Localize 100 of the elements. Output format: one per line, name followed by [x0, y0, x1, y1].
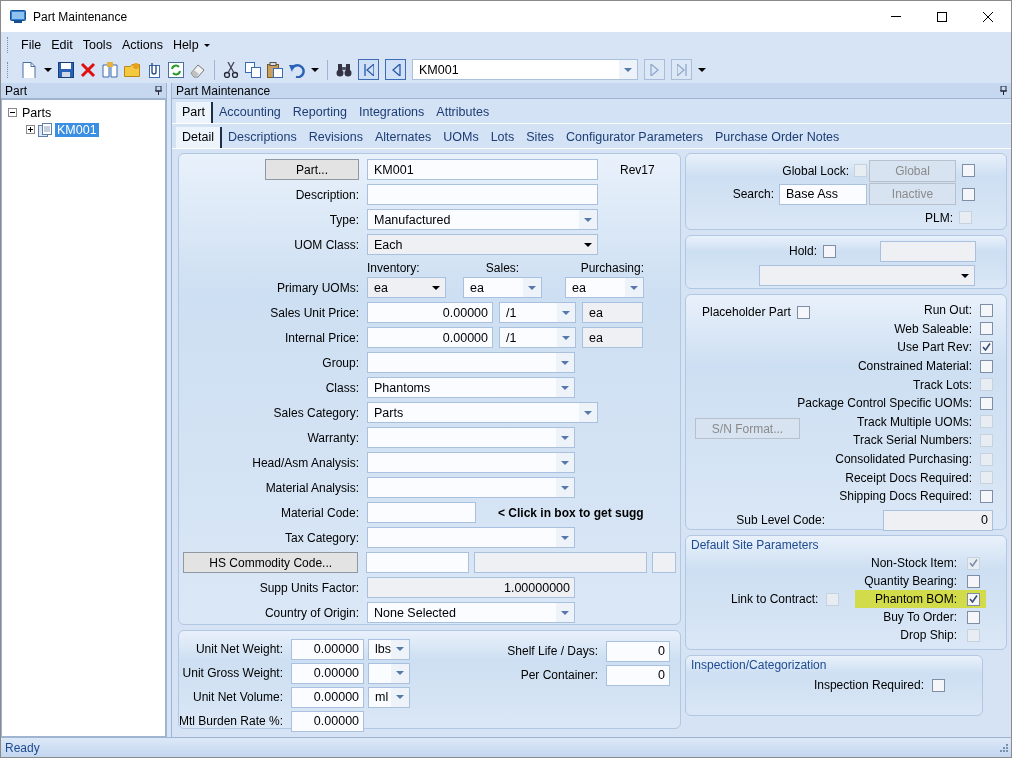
combo-box[interactable]: /1	[499, 302, 576, 323]
unit-field[interactable]: ea	[582, 302, 643, 323]
delete-icon[interactable]	[80, 61, 96, 78]
previous-record-button[interactable]	[385, 59, 406, 80]
tab[interactable]: Part	[176, 102, 213, 123]
tab[interactable]: Alternates	[368, 127, 438, 148]
combo-box[interactable]	[367, 452, 575, 473]
combo-box[interactable]: None Selected	[367, 602, 575, 623]
combo-box[interactable]: lbs	[368, 638, 411, 660]
readonly-field[interactable]	[652, 552, 676, 573]
tab[interactable]: Configurator Parameters	[560, 127, 709, 148]
field-label: Track Lots:	[913, 377, 972, 392]
last-record-button[interactable]	[671, 59, 692, 80]
commodity-code-button[interactable]: HS Commodity Code...	[183, 552, 359, 573]
menu-item[interactable]: Edit	[46, 38, 78, 52]
combo-box[interactable]	[367, 427, 575, 448]
readonly-field[interactable]: 0	[883, 509, 993, 531]
text-field[interactable]	[367, 184, 598, 205]
combo-box[interactable]: Phantoms	[367, 377, 575, 398]
checkbox[interactable]	[967, 574, 980, 588]
checkbox[interactable]	[980, 341, 993, 354]
book-icon[interactable]	[102, 61, 118, 78]
field-label: PLM:	[925, 210, 953, 225]
price-field[interactable]: 0.00000	[367, 302, 493, 323]
refresh-icon[interactable]	[168, 61, 184, 78]
collapse-icon[interactable]	[8, 108, 17, 117]
number-field[interactable]: 0.00000	[291, 686, 365, 708]
combo-box[interactable]: Manufactured	[367, 209, 598, 230]
tab[interactable]: Sites	[520, 127, 561, 148]
scissors-icon[interactable]	[223, 61, 239, 78]
folder-icon[interactable]	[124, 61, 140, 78]
tab[interactable]: UOMs	[437, 127, 485, 148]
menu-item[interactable]: Tools	[77, 38, 117, 52]
resize-grip-icon[interactable]	[999, 743, 1008, 752]
overflow-caret-icon[interactable]	[203, 43, 210, 47]
tree-item[interactable]: Parts	[20, 105, 54, 120]
number-field[interactable]: 0	[606, 640, 670, 662]
copy-icon[interactable]	[245, 61, 261, 78]
tab[interactable]: Purchase Order Notes	[708, 127, 846, 148]
text-field[interactable]	[366, 552, 469, 573]
field-label: Run Out:	[923, 303, 972, 318]
first-record-button[interactable]	[358, 59, 379, 80]
readonly-field[interactable]	[473, 552, 648, 573]
tab[interactable]: Descriptions	[221, 127, 303, 148]
checkbox[interactable]	[967, 592, 980, 606]
checkbox[interactable]	[980, 359, 993, 373]
combo-box[interactable]: ea	[565, 277, 644, 298]
unit-field[interactable]: ea	[582, 327, 643, 348]
checkbox[interactable]	[823, 244, 836, 258]
expand-icon[interactable]	[26, 125, 35, 134]
readonly-field[interactable]: 1.00000000	[367, 577, 575, 598]
combo-box[interactable]: ml	[368, 686, 411, 708]
checkbox[interactable]	[980, 489, 993, 503]
dropdown[interactable]: Each	[367, 234, 598, 255]
checkbox[interactable]	[980, 396, 993, 410]
record-dropdown[interactable]: KM001	[412, 59, 638, 80]
number-field[interactable]: 0.00000	[291, 710, 365, 732]
combo-box[interactable]	[367, 527, 575, 548]
tab[interactable]: Lots	[484, 127, 521, 148]
number-field[interactable]: 0.00000	[291, 662, 365, 684]
pin-icon[interactable]	[1000, 86, 1007, 95]
menu-item[interactable]: Actions	[116, 38, 168, 52]
combo-box[interactable]	[368, 662, 411, 684]
tab[interactable]: Detail	[176, 127, 222, 148]
tab[interactable]: Attributes	[430, 102, 496, 123]
dropdown[interactable]: ea	[367, 277, 446, 298]
tab[interactable]: Accounting	[212, 102, 287, 123]
combo-box[interactable]	[367, 352, 575, 373]
checkbox[interactable]	[980, 322, 993, 336]
checkbox[interactable]	[967, 610, 980, 624]
combo-box[interactable]: ea	[463, 277, 542, 298]
checkbox[interactable]	[932, 678, 945, 692]
next-record-button[interactable]	[644, 59, 665, 80]
attachment-icon[interactable]	[146, 61, 162, 78]
number-field[interactable]: 0.00000	[291, 638, 365, 660]
menu-item[interactable]: File	[16, 38, 47, 52]
menu-item[interactable]: Help	[167, 38, 204, 52]
tab[interactable]: Revisions	[302, 127, 369, 148]
dropdown[interactable]	[759, 265, 975, 286]
pin-icon[interactable]	[155, 86, 162, 95]
number-field[interactable]: 0	[606, 664, 670, 686]
save-icon[interactable]	[58, 61, 74, 78]
new-document-icon[interactable]	[22, 61, 38, 78]
binoculars-icon[interactable]	[336, 61, 352, 78]
checkbox[interactable]	[980, 303, 993, 317]
checkbox[interactable]	[796, 305, 810, 319]
tab[interactable]: Reporting	[286, 102, 353, 123]
text-field[interactable]	[367, 502, 476, 523]
tab[interactable]: Integrations	[353, 102, 431, 123]
search-field[interactable]: Base Ass	[779, 183, 867, 205]
combo-box[interactable]	[367, 477, 575, 498]
readonly-field[interactable]	[880, 240, 976, 262]
undo-icon[interactable]	[289, 61, 305, 78]
field-label: Shipping Docs Required:	[839, 489, 972, 504]
paste-icon[interactable]	[267, 61, 283, 78]
part-number-field[interactable]: KM001	[367, 159, 598, 180]
price-field[interactable]: 0.00000	[367, 327, 493, 348]
combo-box[interactable]: Parts	[367, 402, 598, 423]
combo-box[interactable]: /1	[499, 327, 576, 348]
part-lookup-button[interactable]: Part...	[265, 159, 359, 180]
